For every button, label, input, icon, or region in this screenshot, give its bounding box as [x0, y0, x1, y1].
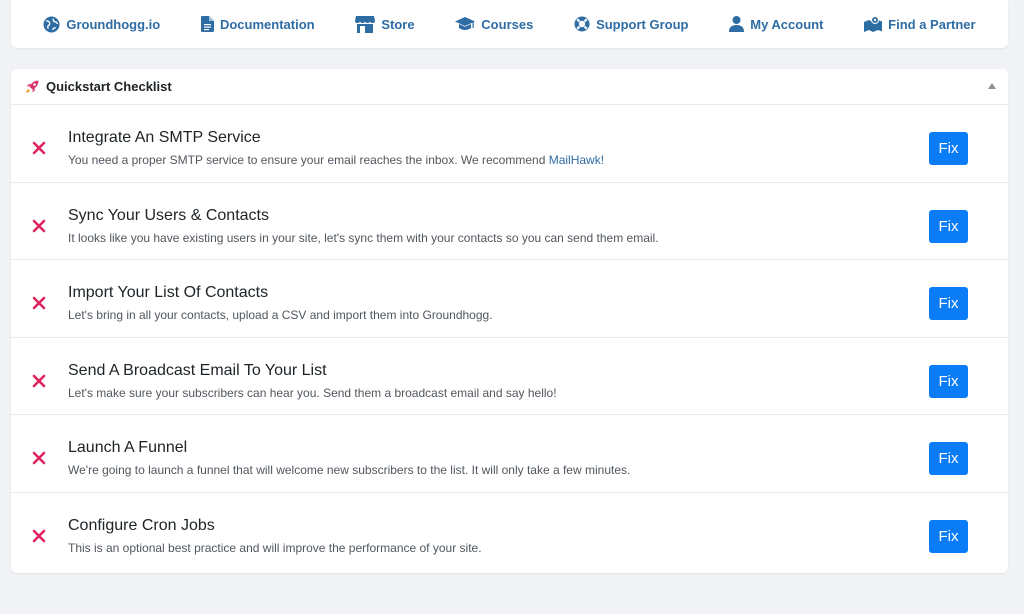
- task-description: Let's make sure your subscribers can hea…: [68, 385, 557, 400]
- user-icon: [729, 16, 745, 32]
- nav-link-documentation[interactable]: Documentation: [200, 16, 315, 32]
- store-icon: [355, 15, 376, 33]
- task-title: Launch A Funnel: [68, 439, 188, 456]
- task-description: This is an optional best practice and wi…: [68, 540, 482, 555]
- nav-label: Support Group: [596, 16, 689, 32]
- nav-label: Courses: [481, 16, 534, 32]
- map-pin-icon: [864, 16, 883, 32]
- collapse-toggle[interactable]: [986, 81, 998, 91]
- fix-button[interactable]: Fix: [929, 209, 968, 243]
- top-nav-bar: Groundhogg.io Documentation Store Course…: [11, 0, 1008, 48]
- x-icon: [32, 141, 46, 155]
- task-description: We're going to launch a funnel that will…: [68, 463, 631, 477]
- task-description: It looks like you have existing users in…: [68, 230, 659, 245]
- fix-button[interactable]: Fix: [929, 442, 968, 475]
- x-icon: [32, 529, 46, 542]
- task-title: Import Your List Of Contacts: [68, 284, 269, 301]
- nav-label: Documentation: [219, 16, 315, 32]
- panel-header: Quickstart Checklist: [11, 69, 1008, 105]
- triangle-up-icon: [988, 83, 996, 89]
- fix-button[interactable]: Fix: [929, 132, 968, 165]
- panel-title: Quickstart Checklist: [46, 79, 172, 94]
- task-row: Configure Cron Jobs This is an optional …: [11, 493, 1008, 571]
- nav-link-find-partner[interactable]: Find a Partner: [864, 16, 976, 32]
- x-icon: [32, 219, 46, 232]
- lifebuoy-icon: [574, 16, 590, 32]
- document-icon: [200, 16, 214, 32]
- nav-link-my-account[interactable]: My Account: [729, 16, 823, 32]
- task-title: Integrate An SMTP Service: [68, 129, 261, 146]
- rocket-icon: [26, 80, 39, 93]
- task-row: Send A Broadcast Email To Your List Let'…: [11, 338, 1008, 415]
- task-row: Launch A Funnel We're going to launch a …: [11, 415, 1008, 493]
- mailhawk-link[interactable]: MailHawk!: [549, 153, 604, 167]
- nav-link-groundhogg[interactable]: Groundhogg.io: [43, 16, 160, 33]
- nav-link-courses[interactable]: Courses: [455, 16, 534, 32]
- graduation-cap-icon: [455, 16, 476, 30]
- globe-icon: [43, 16, 60, 32]
- task-description: Let's bring in all your contacts, upload…: [68, 308, 493, 322]
- task-row: Integrate An SMTP Service You need a pro…: [11, 105, 1008, 183]
- fix-button[interactable]: Fix: [929, 364, 968, 398]
- x-icon: [32, 296, 46, 310]
- nav-label: Store: [381, 16, 415, 32]
- x-icon: [32, 374, 46, 387]
- task-description: You need a proper SMTP service to ensure…: [68, 153, 605, 167]
- x-icon: [32, 451, 46, 465]
- nav-label: Groundhogg.io: [66, 16, 161, 32]
- fix-button[interactable]: Fix: [929, 519, 968, 553]
- task-title: Sync Your Users & Contacts: [68, 206, 269, 224]
- task-title: Send A Broadcast Email To Your List: [68, 361, 327, 379]
- nav-label: Find a Partner: [888, 16, 976, 32]
- task-row: Import Your List Of Contacts Let's bring…: [11, 260, 1008, 338]
- nav-label: My Account: [750, 16, 824, 32]
- nav-link-store[interactable]: Store: [355, 15, 415, 33]
- nav-link-support-group[interactable]: Support Group: [574, 16, 689, 32]
- quickstart-checklist-panel: Quickstart Checklist Integrate An SMTP S…: [11, 69, 1008, 573]
- fix-button[interactable]: Fix: [929, 287, 968, 320]
- task-row: Sync Your Users & Contacts It looks like…: [11, 183, 1008, 260]
- task-title: Configure Cron Jobs: [68, 516, 215, 534]
